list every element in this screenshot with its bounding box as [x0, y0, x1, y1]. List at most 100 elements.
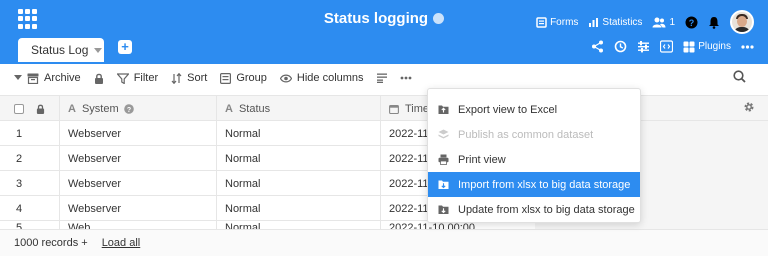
menu-item-import-xlsx[interactable]: Import from xlsx to big data storage	[428, 172, 640, 197]
layers-icon	[438, 129, 449, 139]
column-header-system[interactable]: A System ?	[60, 96, 217, 121]
menu-item-publish-dataset: Publish as common dataset	[428, 122, 640, 147]
menu-item-update-xlsx[interactable]: Update from xlsx to big data storage	[428, 197, 640, 222]
lock-icon	[94, 73, 103, 84]
info-icon[interactable]	[433, 13, 445, 24]
menu-item-export-excel[interactable]: Export view to Excel	[428, 97, 640, 122]
cell-system[interactable]: Webserver	[60, 171, 217, 196]
archive-button[interactable]: Archive	[14, 72, 81, 84]
row-number: 4	[0, 196, 60, 221]
caret-down-icon[interactable]	[94, 47, 103, 53]
forms-button[interactable]: Forms	[536, 17, 578, 28]
cell-status[interactable]: Normal	[217, 196, 381, 221]
sort-icon	[171, 72, 182, 84]
add-tab-button[interactable]: +	[118, 40, 132, 54]
menu-item-label: Print view	[458, 153, 506, 166]
text-type-icon: A	[225, 102, 233, 115]
column-header-status[interactable]: A Status	[217, 96, 381, 121]
help-icon[interactable]: ?	[685, 16, 698, 29]
help-icon[interactable]: ?	[123, 103, 134, 114]
plugins-button[interactable]: Plugins	[683, 41, 731, 53]
group-icon	[220, 72, 232, 84]
menu-item-label: Export view to Excel	[458, 103, 558, 116]
records-count: 1000 records +	[14, 237, 88, 249]
search-icon[interactable]	[733, 70, 746, 83]
row-number: 5	[0, 221, 60, 229]
text-type-icon: A	[68, 102, 76, 115]
column-label: System	[81, 102, 119, 115]
cell-system[interactable]: Webserver	[60, 121, 217, 146]
cell-status[interactable]: Normal	[217, 121, 381, 146]
group-button[interactable]: Group	[220, 72, 267, 84]
row-number: 2	[0, 146, 60, 171]
import-icon	[438, 180, 449, 189]
avatar[interactable]	[730, 10, 754, 34]
settings-icon[interactable]	[743, 101, 755, 113]
filter-icon	[116, 72, 129, 84]
cell-system[interactable]: Webserver	[60, 196, 217, 221]
tab-status-log[interactable]: Status Log	[18, 38, 104, 62]
select-all-checkbox[interactable]	[14, 103, 24, 114]
hide-columns-button[interactable]: Hide columns	[279, 72, 364, 84]
cell-status[interactable]: Normal	[217, 221, 381, 229]
svg-text:?: ?	[689, 17, 695, 27]
header-select	[0, 96, 60, 121]
row-number: 1	[0, 121, 60, 146]
date-type-icon	[389, 104, 399, 114]
archive-icon	[27, 73, 39, 84]
cell-system[interactable]: Webserver	[60, 146, 217, 171]
filter-label: Filter	[133, 72, 159, 84]
cell-system[interactable]: Web	[60, 221, 217, 229]
more-icon[interactable]	[741, 44, 754, 49]
page-title[interactable]: Status logging	[324, 10, 428, 27]
header-actions: Forms Statistics 1 ?	[536, 10, 754, 34]
filter-button[interactable]: Filter	[116, 72, 159, 84]
archive-label: Archive	[44, 72, 81, 84]
group-label: Group	[236, 72, 267, 84]
tab-label: Status Log	[31, 43, 89, 57]
statistics-button[interactable]: Statistics	[588, 17, 642, 28]
menu-item-label: Update from xlsx to big data storage	[458, 203, 635, 216]
caret-down-icon	[14, 75, 22, 80]
sort-button[interactable]: Sort	[171, 72, 207, 84]
app-header: Status logging Forms Statistics 1 ? Stat…	[0, 0, 768, 64]
sliders-icon[interactable]	[637, 40, 650, 53]
users-icon	[652, 17, 666, 27]
update-icon	[438, 205, 449, 214]
column-label: Time	[405, 102, 430, 115]
hide-columns-label: Hide columns	[296, 72, 364, 84]
bell-icon[interactable]	[708, 16, 720, 29]
collaborators-button[interactable]: 1	[652, 17, 675, 28]
menu-item-print-view[interactable]: Print view	[428, 147, 640, 172]
svg-text:?: ?	[127, 107, 131, 114]
row-height-button[interactable]	[376, 73, 387, 83]
forms-icon	[536, 16, 547, 28]
code-icon[interactable]	[660, 40, 674, 53]
eye-icon	[279, 74, 292, 82]
row-height-icon	[376, 73, 387, 83]
cell-status[interactable]: Normal	[217, 146, 381, 171]
plugins-label: Plugins	[698, 41, 731, 52]
more-icon	[400, 76, 411, 80]
forms-label: Forms	[550, 16, 579, 28]
grid-header: A System ? A Status Time	[0, 95, 768, 121]
view-actions: Plugins	[591, 40, 754, 53]
more-toolbar-button[interactable]	[400, 76, 412, 80]
plugins-icon	[683, 41, 695, 52]
menu-item-label: Import from xlsx to big data storage	[458, 178, 631, 191]
column-label: Status	[238, 102, 271, 115]
export-icon	[438, 105, 449, 114]
sort-label: Sort	[187, 72, 208, 84]
lock-button[interactable]	[94, 73, 104, 84]
cell-status[interactable]: Normal	[217, 171, 381, 196]
share-icon[interactable]	[591, 40, 604, 53]
more-options-menu: Export view to Excel Publish as common d…	[427, 88, 641, 223]
lock-icon	[36, 104, 45, 114]
load-all-link[interactable]: Load all	[102, 237, 141, 249]
statistics-label: Statistics	[602, 16, 643, 28]
print-icon	[438, 154, 449, 165]
status-footer: 1000 records + Load all	[0, 229, 768, 256]
collaborators-count: 1	[669, 16, 675, 28]
toolbar: Archive Filter Sort Group Hide columns	[0, 64, 768, 92]
history-icon[interactable]	[614, 40, 627, 53]
